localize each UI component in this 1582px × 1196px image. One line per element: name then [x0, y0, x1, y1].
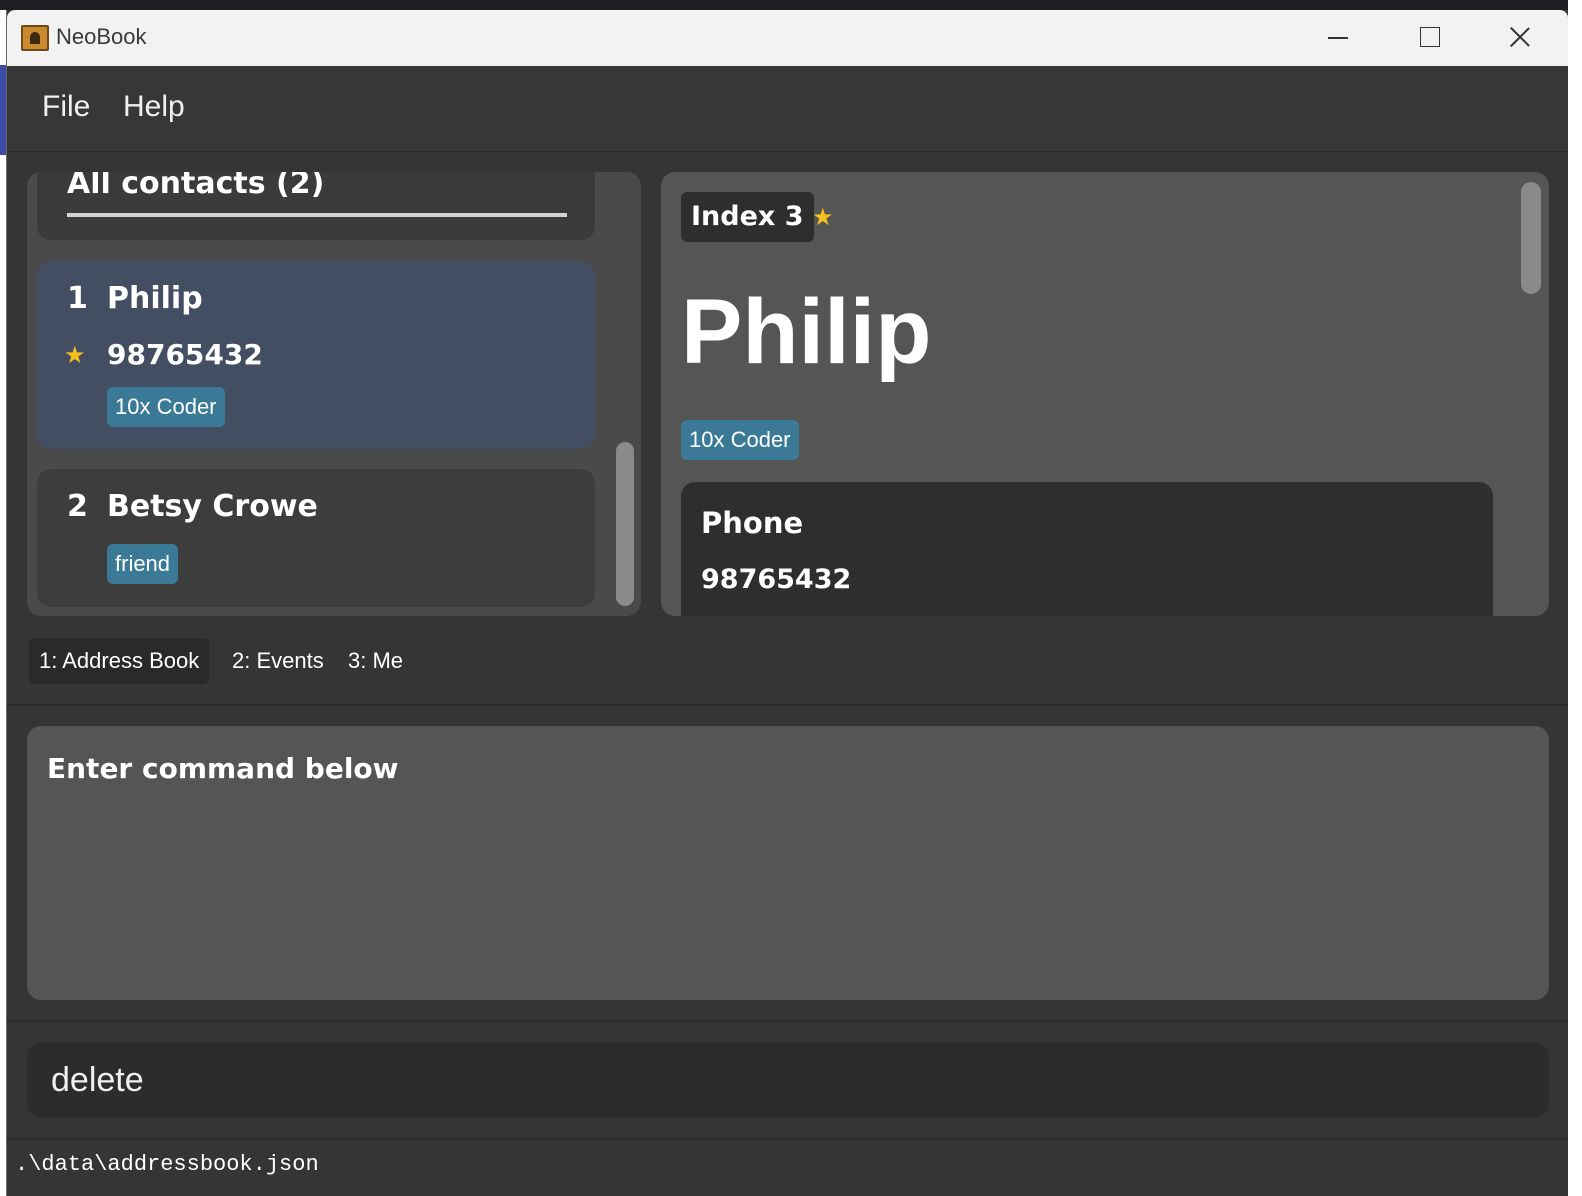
phone-label: Phone [701, 506, 804, 540]
tag-badge: friend [107, 544, 179, 584]
detail-name: Philip [681, 281, 932, 383]
title-bar[interactable]: NeoBook [7, 10, 1568, 66]
contact-card[interactable]: 2 Betsy Crowe friend [37, 469, 595, 607]
phone-section: Phone 98765432 [681, 482, 1493, 616]
contact-list-header: All contacts (2) [37, 172, 595, 240]
close-button[interactable] [1497, 18, 1543, 58]
menu-help[interactable]: Help [123, 90, 185, 124]
desktop-right-edge [1568, 0, 1582, 1196]
window-title: NeoBook [56, 24, 147, 49]
index-badge: Index 3 [681, 192, 814, 242]
maximize-button[interactable] [1406, 18, 1452, 58]
contact-index: 1 [67, 281, 88, 316]
minimize-button[interactable] [1315, 18, 1361, 58]
address-book-icon [21, 25, 49, 51]
divider [7, 1020, 1568, 1022]
tab-me[interactable]: 3: Me [338, 638, 413, 684]
save-location: .\data\addressbook.json [15, 1152, 319, 1177]
desktop-top-edge [0, 0, 1582, 10]
result-display: Enter command below [27, 726, 1549, 1000]
contact-list-panel: All contacts (2) 1 Philip ★ 98765432 10x… [27, 172, 641, 616]
header-underline [67, 213, 567, 217]
status-bar: .\data\addressbook.json [7, 1140, 1568, 1196]
star-icon: ★ [64, 341, 86, 369]
contact-name: Betsy Crowe [107, 489, 318, 524]
tag-badge: 10x Coder [681, 420, 799, 460]
star-icon: ★ [812, 203, 834, 231]
phone-value: 98765432 [701, 564, 852, 595]
tab-address-book[interactable]: 1: Address Book [29, 638, 210, 684]
result-text: Enter command below [47, 752, 399, 785]
menu-bar: File Help [7, 66, 1568, 152]
command-box [27, 1042, 1549, 1118]
tag-badge: 10x Coder [107, 387, 225, 427]
contact-name: Philip [107, 281, 203, 316]
contact-phone: 98765432 [107, 338, 263, 371]
contact-card[interactable]: 1 Philip ★ 98765432 10x Coder [37, 261, 595, 449]
command-input[interactable] [27, 1042, 1549, 1118]
contact-list-scrollbar[interactable] [616, 442, 634, 606]
tab-events[interactable]: 2: Events [222, 638, 334, 684]
contact-index: 2 [67, 489, 88, 524]
contact-detail-panel: Index 3 ★ Philip 10x Coder Phone 9876543… [661, 172, 1549, 616]
app-window: NeoBook File Help All contacts (2) 1 Phi… [6, 10, 1568, 1196]
detail-scrollbar[interactable] [1521, 182, 1541, 294]
contact-list-title: All contacts (2) [67, 172, 325, 201]
menu-file[interactable]: File [42, 90, 90, 124]
divider [7, 704, 1568, 706]
